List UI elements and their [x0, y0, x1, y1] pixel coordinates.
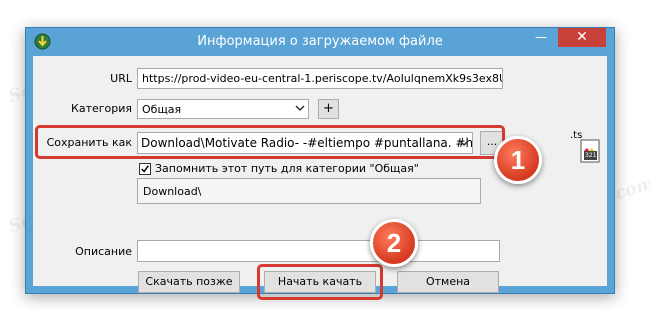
- title-bar[interactable]: Информация о загружаемом файле — ✕: [26, 28, 614, 55]
- start-download-highlight: [257, 264, 383, 300]
- download-later-button[interactable]: Скачать позже: [138, 271, 240, 293]
- category-select-value: Общая: [142, 103, 182, 116]
- save-as-highlight: [35, 125, 505, 159]
- media-file-ext: .ts: [570, 130, 583, 141]
- url-field[interactable]: https://prod-video-eu-central-1.periscop…: [137, 68, 503, 89]
- category-select[interactable]: Общая: [137, 99, 309, 119]
- media-file-icon: .ts 321: [570, 130, 604, 170]
- minimize-button[interactable]: —: [527, 28, 555, 47]
- media-file-counter: 321: [585, 152, 597, 159]
- remember-path-checkbox[interactable]: [139, 163, 151, 175]
- chevron-down-icon: [295, 105, 305, 112]
- description-field[interactable]: [137, 240, 500, 262]
- path-field[interactable]: Download\: [137, 178, 481, 204]
- cancel-button[interactable]: Отмена: [397, 271, 499, 293]
- window-title: Информация о загружаемом файле: [197, 34, 443, 49]
- description-label: Описание: [75, 245, 132, 258]
- checkmark-icon: [141, 165, 149, 173]
- close-button[interactable]: ✕: [558, 28, 606, 47]
- category-label: Категория: [71, 102, 132, 115]
- remember-path-label: Запомнить этот путь для категории "Общая…: [155, 162, 419, 175]
- step-badge-2: 2: [370, 219, 418, 267]
- add-category-button[interactable]: +: [318, 99, 339, 119]
- step-badge-1: 1: [494, 136, 542, 184]
- url-label: URL: [110, 72, 132, 85]
